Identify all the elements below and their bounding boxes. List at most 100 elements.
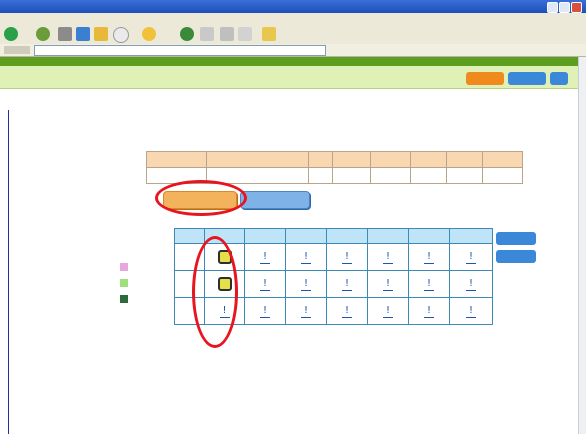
- address-label: [4, 46, 30, 54]
- cell: [482, 167, 523, 184]
- legend-item: [120, 294, 175, 304]
- close-button[interactable]: [571, 2, 582, 13]
- mail-icon[interactable]: [200, 27, 214, 41]
- mark[interactable]: !: [466, 278, 476, 291]
- scrollbar[interactable]: [578, 57, 586, 434]
- slot-cell[interactable]: !: [285, 270, 327, 298]
- cell: [446, 167, 483, 184]
- col-header: [370, 151, 411, 168]
- slot-cell[interactable]: !: [244, 243, 286, 271]
- slot-cell[interactable]: !: [408, 297, 450, 325]
- slot-cell[interactable]: !: [408, 243, 450, 271]
- print-icon[interactable]: [220, 27, 234, 41]
- info-button-c[interactable]: [550, 72, 568, 85]
- cell: [410, 167, 447, 184]
- mark[interactable]: !: [424, 278, 434, 291]
- prev-week-button[interactable]: [496, 232, 536, 245]
- tab-2[interactable]: [58, 96, 88, 105]
- content-border: [8, 110, 9, 434]
- col-header: [206, 151, 309, 168]
- slot-cell[interactable]: !: [367, 297, 409, 325]
- app-header: [0, 57, 586, 66]
- date-header: [285, 228, 327, 244]
- slot-cell[interactable]: !: [449, 243, 493, 271]
- col-header: [308, 151, 333, 168]
- col-header: [146, 151, 207, 168]
- browser-toolbar: [0, 24, 586, 45]
- minimize-button[interactable]: [547, 2, 558, 13]
- mark[interactable]: !: [383, 251, 393, 264]
- date-header: [244, 228, 286, 244]
- back-icon[interactable]: [4, 27, 18, 41]
- legend-item: [120, 262, 175, 272]
- info-button-a[interactable]: [466, 72, 504, 85]
- info-button-b[interactable]: [508, 72, 546, 85]
- mark[interactable]: !: [424, 305, 434, 318]
- slot-cell[interactable]: !: [449, 270, 493, 298]
- reservation-header-row: [146, 151, 523, 168]
- secondary-button-label: [241, 195, 309, 205]
- slot-cell[interactable]: !: [285, 243, 327, 271]
- slot-cell[interactable]: !: [367, 270, 409, 298]
- date-header: [326, 228, 368, 244]
- next-week-button[interactable]: [496, 250, 536, 263]
- legend-item: [120, 278, 175, 288]
- legend-swatch: [120, 295, 128, 303]
- mark[interactable]: !: [383, 305, 393, 318]
- slot-cell[interactable]: !: [244, 270, 286, 298]
- mark[interactable]: !: [260, 251, 270, 264]
- mark[interactable]: !: [466, 305, 476, 318]
- slot-cell[interactable]: !: [285, 297, 327, 325]
- address-field[interactable]: [34, 45, 326, 56]
- col-header: [482, 151, 523, 168]
- tab-1[interactable]: [10, 96, 50, 105]
- mark[interactable]: !: [301, 278, 311, 291]
- col-header: [446, 151, 483, 168]
- slot-cell[interactable]: !: [244, 297, 286, 325]
- col-header: [332, 151, 371, 168]
- mark[interactable]: !: [342, 278, 352, 291]
- legend-label: [132, 278, 174, 288]
- mark[interactable]: !: [260, 278, 270, 291]
- address-bar: [0, 44, 586, 57]
- mark[interactable]: !: [424, 251, 434, 264]
- refresh-icon[interactable]: [76, 27, 90, 41]
- tab-4[interactable]: [140, 96, 186, 105]
- forward-icon[interactable]: [36, 27, 50, 41]
- mark[interactable]: !: [466, 251, 476, 264]
- mark[interactable]: !: [342, 251, 352, 264]
- slot-cell[interactable]: !: [326, 297, 368, 325]
- edit-icon[interactable]: [238, 27, 252, 41]
- col-header: [410, 151, 447, 168]
- tab-6[interactable]: [242, 96, 288, 105]
- window-titlebar: [0, 0, 586, 13]
- mark[interactable]: !: [301, 305, 311, 318]
- folder-icon[interactable]: [262, 27, 276, 41]
- cell: [370, 167, 411, 184]
- secondary-button[interactable]: [240, 191, 310, 209]
- mark[interactable]: !: [342, 305, 352, 318]
- tab-7[interactable]: [296, 96, 356, 105]
- tab-3[interactable]: [96, 96, 132, 105]
- stop-icon[interactable]: [58, 27, 72, 41]
- mark[interactable]: !: [260, 305, 270, 318]
- date-header: [408, 228, 450, 244]
- legend-label: [132, 262, 174, 272]
- favorites-icon[interactable]: [142, 27, 156, 41]
- slot-cell[interactable]: !: [449, 297, 493, 325]
- mark[interactable]: !: [383, 278, 393, 291]
- slot-cell[interactable]: !: [408, 270, 450, 298]
- search-icon[interactable]: [113, 27, 129, 43]
- menu-bar[interactable]: [0, 13, 586, 24]
- history-icon[interactable]: [180, 27, 194, 41]
- date-header: [367, 228, 409, 244]
- tab-5[interactable]: [194, 96, 234, 105]
- mark[interactable]: !: [301, 251, 311, 264]
- maximize-button[interactable]: [559, 2, 570, 13]
- cell: [332, 167, 371, 184]
- slot-cell[interactable]: !: [367, 243, 409, 271]
- slot-cell[interactable]: !: [326, 243, 368, 271]
- info-bar: [0, 66, 586, 89]
- slot-cell[interactable]: !: [326, 270, 368, 298]
- home-icon[interactable]: [94, 27, 108, 41]
